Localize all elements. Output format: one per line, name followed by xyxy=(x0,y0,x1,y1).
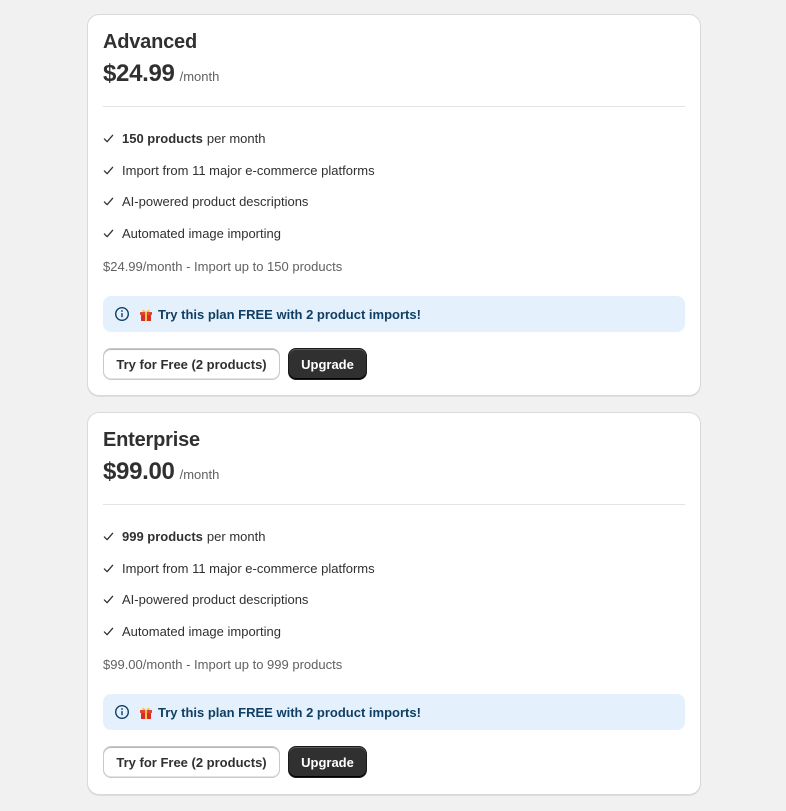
plan-price: $24.99 xyxy=(103,60,175,87)
feature-text: per month xyxy=(206,131,266,147)
price-row: $99.00 /month xyxy=(103,458,219,486)
plan-name: Advanced xyxy=(103,31,197,53)
button-row: Try for Free (2 products) Upgrade xyxy=(103,746,367,778)
feature-item: 999 products per month xyxy=(103,521,375,553)
banner-text: Try this plan FREE with 2 product import… xyxy=(158,704,421,720)
check-icon xyxy=(103,563,122,574)
try-for-free-button[interactable]: Try for Free (2 products) xyxy=(103,348,280,380)
info-icon xyxy=(114,704,130,720)
feature-item: 150 products per month xyxy=(103,123,375,155)
check-icon xyxy=(103,165,122,176)
check-icon xyxy=(103,531,122,542)
try-for-free-button[interactable]: Try for Free (2 products) xyxy=(103,746,280,778)
check-icon xyxy=(103,133,122,144)
plan-period: /month xyxy=(179,69,220,84)
check-icon xyxy=(103,196,122,207)
info-icon xyxy=(114,306,130,322)
feature-text: per month xyxy=(206,529,266,545)
check-icon xyxy=(103,626,122,637)
gift-icon xyxy=(138,306,154,322)
upgrade-button[interactable]: Upgrade xyxy=(288,348,367,380)
button-row: Try for Free (2 products) Upgrade xyxy=(103,348,367,380)
plan-period: /month xyxy=(179,467,220,482)
plan-card-advanced: Advanced $24.99 /month 150 products per … xyxy=(87,14,701,396)
check-icon xyxy=(103,228,122,239)
plan-summary: $99.00/month - Import up to 999 products xyxy=(103,657,343,672)
feature-text: Import from 11 major e-commerce platform… xyxy=(122,560,375,576)
free-trial-banner: Try this plan FREE with 2 product import… xyxy=(103,694,685,730)
feature-text: Automated image importing xyxy=(122,623,281,639)
feature-item: Automated image importing xyxy=(103,218,375,250)
feature-item: Automated image importing xyxy=(103,616,375,648)
feature-item: Import from 11 major e-commerce platform… xyxy=(103,553,375,585)
check-icon xyxy=(103,594,122,605)
plan-card-enterprise: Enterprise $99.00 /month 999 products pe… xyxy=(87,412,701,795)
divider xyxy=(103,106,685,107)
upgrade-button[interactable]: Upgrade xyxy=(288,746,367,778)
feature-text: AI-powered product descriptions xyxy=(122,592,309,608)
feature-item: AI-powered product descriptions xyxy=(103,186,375,218)
feature-list: 150 products per month Import from 11 ma… xyxy=(103,123,375,249)
gift-icon xyxy=(138,704,154,720)
feature-text: AI-powered product descriptions xyxy=(122,194,309,210)
feature-bold-text: 150 products xyxy=(122,131,203,147)
pricing-page: Advanced $24.99 /month 150 products per … xyxy=(0,0,786,811)
feature-item: AI-powered product descriptions xyxy=(103,584,375,616)
price-row: $24.99 /month xyxy=(103,60,219,88)
divider xyxy=(103,504,685,505)
plan-price: $99.00 xyxy=(103,458,175,485)
feature-bold-text: 999 products xyxy=(122,529,203,545)
banner-text: Try this plan FREE with 2 product import… xyxy=(158,306,421,322)
feature-text: Automated image importing xyxy=(122,225,281,241)
feature-item: Import from 11 major e-commerce platform… xyxy=(103,155,375,187)
feature-list: 999 products per month Import from 11 ma… xyxy=(103,521,375,647)
feature-text: Import from 11 major e-commerce platform… xyxy=(122,162,375,178)
plan-name: Enterprise xyxy=(103,429,200,451)
free-trial-banner: Try this plan FREE with 2 product import… xyxy=(103,296,685,332)
plan-summary: $24.99/month - Import up to 150 products xyxy=(103,259,343,274)
